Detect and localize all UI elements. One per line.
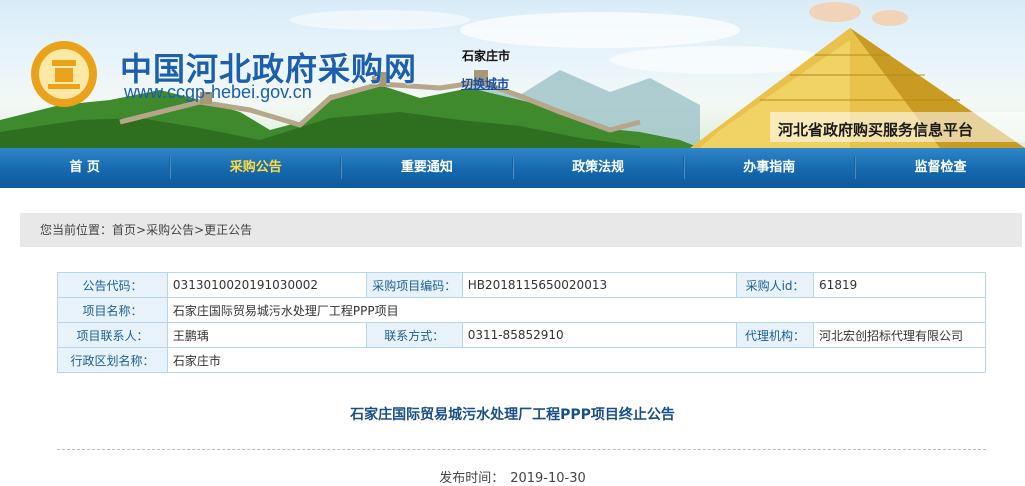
announcement-title: 石家庄国际贸易城污水处理厂工程PPP项目终止公告 (350, 407, 675, 423)
switch-city-link[interactable]: 切换城市 (461, 75, 509, 92)
current-city: 石家庄市 (462, 49, 511, 63)
breadcrumb-separator: > (136, 223, 147, 237)
table-row: 项目联系人： 王鹏瑀 联系方式： 0311-85852910 代理机构： 河北宏… (57, 322, 986, 348)
breadcrumb-lead: 您当前位置： (40, 223, 113, 237)
nav-item-supervision[interactable]: 监督检查 (856, 148, 1025, 188)
breadcrumb: 您当前位置：首页>采购公告>更正公告 (20, 213, 1022, 247)
table-row: 项目名称： 石家庄国际贸易城污水处理厂工程PPP项目 (57, 297, 987, 323)
nav-item-procurement-notice[interactable]: 采购公告 (171, 148, 340, 188)
breadcrumb-home-link[interactable]: 首页 (112, 223, 136, 237)
agency-label: 代理机构： (736, 322, 815, 348)
publish-time-value: 2019-10-30 (510, 471, 586, 486)
project-code-value: HB2018115650020013 (461, 272, 738, 298)
region-value: 石家庄市 (166, 347, 987, 373)
purchaser-id-value: 61819 (813, 272, 986, 298)
project-name-value: 石家庄国际贸易城污水处理厂工程PPP项目 (166, 297, 987, 323)
project-code-label: 采购项目编码： (365, 272, 463, 298)
government-emblem-icon (31, 41, 97, 107)
contact-phone-value: 0311-85852910 (461, 322, 738, 348)
platform-name: 河北省政府购买服务信息平台 (778, 121, 974, 139)
contact-phone-label: 联系方式： (365, 322, 463, 348)
table-row: 行政区划名称： 石家庄市 (57, 347, 987, 373)
agency-value: 河北宏创招标代理有限公司 (813, 322, 986, 348)
divider (57, 449, 986, 450)
main-nav: 首 页 采购公告 重要通知 政策法规 办事指南 监督检查 (0, 148, 1025, 188)
nav-item-policies[interactable]: 政策法规 (514, 148, 683, 188)
breadcrumb-current[interactable]: 更正公告 (204, 223, 252, 237)
breadcrumb-separator: > (194, 223, 205, 237)
notice-code-label: 公告代码： (57, 272, 168, 298)
contact-person-label: 项目联系人： (57, 322, 168, 348)
nav-item-guide[interactable]: 办事指南 (685, 148, 854, 188)
region-label: 行政区划名称： (57, 347, 168, 373)
project-info-table: 公告代码： 0313010020191030002 采购项目编码： HB2018… (57, 272, 987, 373)
purchaser-id-label: 采购人id： (736, 272, 815, 298)
nav-item-home[interactable]: 首 页 (0, 148, 169, 188)
publish-time-label: 发布时间： (439, 471, 505, 486)
notice-code-value: 0313010020191030002 (166, 272, 367, 298)
table-row: 公告代码： 0313010020191030002 采购项目编码： HB2018… (57, 272, 986, 298)
project-name-label: 项目名称： (57, 297, 168, 323)
contact-person-value: 王鹏瑀 (166, 322, 367, 348)
breadcrumb-procurement-link[interactable]: 采购公告 (146, 223, 194, 237)
publish-time: 发布时间： 2019-10-30 (0, 467, 1025, 486)
header-banner: 中国河北政府采购网 www.ccgp-hebei.gov.cn 石家庄市 切换城… (0, 0, 1025, 148)
site-url: www.ccgp-hebei.gov.cn (124, 82, 312, 102)
nav-item-important-notice[interactable]: 重要通知 (342, 148, 511, 188)
